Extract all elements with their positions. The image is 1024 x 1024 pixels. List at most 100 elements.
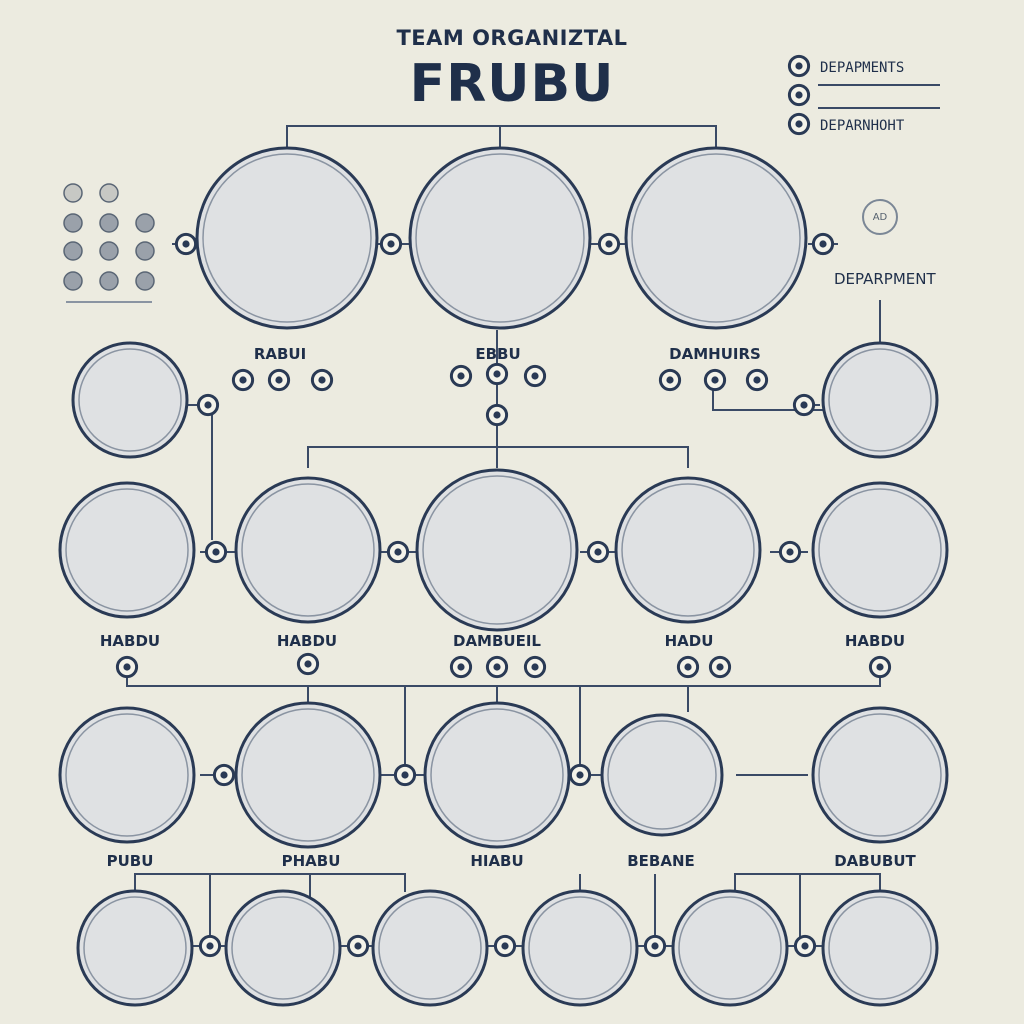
connector-dot-icon	[198, 934, 222, 958]
member-node-ring	[811, 481, 949, 619]
member-node[interactable]	[224, 889, 342, 1007]
connector-dot-icon	[658, 368, 682, 392]
member-node-ring	[600, 713, 724, 837]
connector-dot-icon	[346, 934, 370, 958]
legend-label-departments: DEPAPMENTS	[820, 60, 905, 76]
member-name: HADU	[664, 632, 714, 650]
member-node[interactable]	[624, 146, 808, 330]
member-node[interactable]	[415, 468, 579, 632]
decorative-dot-grid	[63, 183, 155, 303]
connector-dot-icon	[379, 232, 403, 256]
connector-dot-icon	[212, 763, 236, 787]
member-name: HABDU	[99, 632, 161, 650]
legend-dot-2	[787, 83, 811, 107]
grid-dot	[99, 271, 119, 291]
member-name: RABUI	[253, 345, 307, 363]
member-name: DAMBUEIL	[453, 632, 541, 650]
legend-dot-1	[787, 54, 811, 78]
connector-dot-icon	[231, 368, 255, 392]
connector-dot-icon	[523, 364, 547, 388]
grid-dot	[63, 213, 83, 233]
connector-dot-icon	[449, 364, 473, 388]
member-node-ring	[234, 701, 382, 849]
member-node[interactable]	[234, 476, 382, 624]
member-node[interactable]	[811, 481, 949, 619]
legend-dot-3	[787, 112, 811, 136]
grid-dot	[63, 183, 83, 203]
member-name: DAMHUIRS	[669, 345, 761, 363]
connector-dot-icon	[485, 362, 509, 386]
member-node[interactable]	[408, 146, 592, 330]
member-node[interactable]	[811, 706, 949, 844]
member-name: PUBU	[106, 852, 154, 870]
connector-dot-icon	[267, 368, 291, 392]
page-title: FRUBU	[409, 54, 615, 114]
connector-dot-icon	[676, 655, 700, 679]
connector-dot-icon	[393, 763, 417, 787]
connector-dot-icon	[703, 368, 727, 392]
connector-dot-icon	[310, 368, 334, 392]
member-name: DABUBUT	[834, 852, 916, 870]
member-node[interactable]	[58, 706, 196, 844]
member-node-ring	[371, 889, 489, 1007]
member-node[interactable]	[371, 889, 489, 1007]
connector-dot-icon	[204, 540, 228, 564]
page-title-small: TEAM ORGANIZTAL	[396, 26, 628, 50]
legend-label-department: DEPARNHOHT	[820, 118, 905, 134]
connector-dot-icon	[196, 393, 220, 417]
member-name: EBBU	[475, 345, 521, 363]
connector-dot-icon	[386, 540, 410, 564]
member-node-ring	[76, 889, 194, 1007]
grid-dot	[135, 271, 155, 291]
grid-dot	[63, 271, 83, 291]
connector-dot-icon	[449, 655, 473, 679]
ad-badge-icon: AD	[862, 199, 898, 235]
connector-dot-icon	[792, 393, 816, 417]
connector-dot-icon	[174, 232, 198, 256]
member-node-ring	[521, 889, 639, 1007]
member-node[interactable]	[76, 889, 194, 1007]
member-node-ring	[71, 341, 189, 459]
grid-dot	[135, 241, 155, 261]
member-node-ring	[811, 706, 949, 844]
member-node-ring	[408, 146, 592, 330]
member-name: BEBANE	[627, 852, 695, 870]
grid-dot	[99, 241, 119, 261]
member-node[interactable]	[58, 481, 196, 619]
member-node[interactable]	[671, 889, 789, 1007]
member-node[interactable]	[234, 701, 382, 849]
member-node[interactable]	[614, 476, 762, 624]
member-node[interactable]	[195, 146, 379, 330]
member-node[interactable]	[821, 889, 939, 1007]
member-name: HIABU	[470, 852, 524, 870]
member-node[interactable]	[600, 713, 724, 837]
member-node[interactable]	[521, 889, 639, 1007]
member-node-ring	[671, 889, 789, 1007]
member-node-ring	[624, 146, 808, 330]
member-node-ring	[821, 341, 939, 459]
connector-dot-icon	[868, 655, 892, 679]
member-node[interactable]	[423, 701, 571, 849]
member-node-ring	[423, 701, 571, 849]
member-name: PHABU	[281, 852, 341, 870]
member-name: HABDU	[276, 632, 338, 650]
member-node[interactable]	[71, 341, 189, 459]
member-node-ring	[614, 476, 762, 624]
connector-dot-icon	[523, 655, 547, 679]
member-node-ring	[415, 468, 579, 632]
member-node-ring	[58, 481, 196, 619]
connector-dot-icon	[597, 232, 621, 256]
member-node-ring	[224, 889, 342, 1007]
connector-dot-icon	[586, 540, 610, 564]
grid-dot	[135, 213, 155, 233]
grid-dot	[63, 241, 83, 261]
member-node[interactable]	[821, 341, 939, 459]
grid-dot	[99, 213, 119, 233]
grid-dot	[99, 183, 119, 203]
member-node-ring	[58, 706, 196, 844]
connector-dot-icon	[296, 652, 320, 676]
connector-dot-icon	[778, 540, 802, 564]
connector-dot-icon	[811, 232, 835, 256]
connector-dot-icon	[745, 368, 769, 392]
member-node-ring	[821, 889, 939, 1007]
